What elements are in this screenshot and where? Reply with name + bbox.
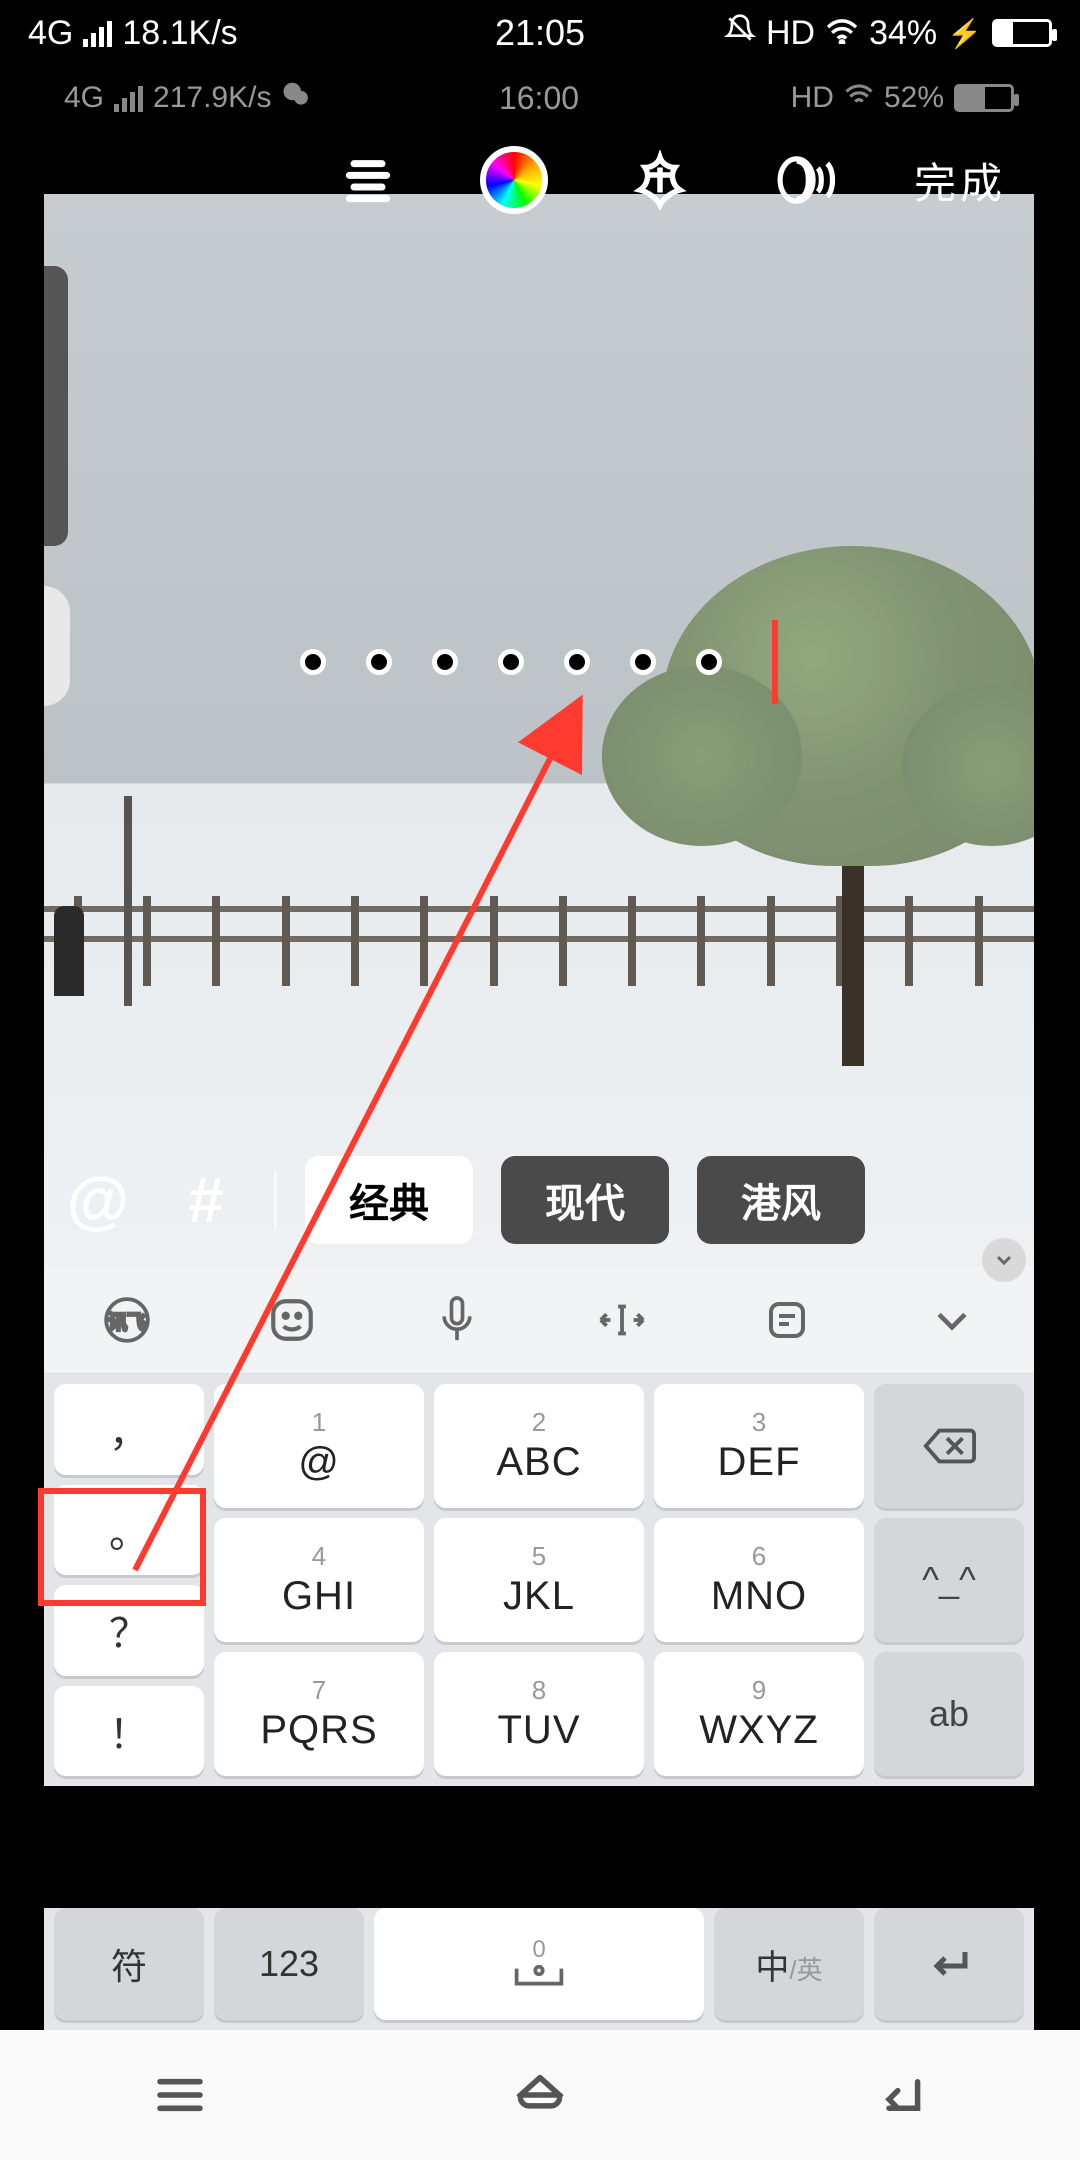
keyboard-toolbar: 讯飞 xyxy=(44,1266,1034,1374)
cursor-move-button[interactable] xyxy=(595,1293,649,1347)
key-space[interactable]: 0 xyxy=(374,1908,704,2020)
key-4[interactable]: 4GHI xyxy=(214,1518,424,1642)
photo-canvas[interactable] xyxy=(44,194,1034,1266)
mic-button[interactable] xyxy=(430,1293,484,1347)
battery-icon xyxy=(992,19,1052,47)
text-char xyxy=(300,649,326,675)
key-1[interactable]: 1@ xyxy=(214,1384,424,1508)
style-tab-classic[interactable]: 经典 xyxy=(305,1156,473,1244)
outer-status-bar: 4G 18.1K/s 21:05 HD 34% ⚡ xyxy=(0,0,1080,66)
key-6[interactable]: 6MNO xyxy=(654,1518,864,1642)
key-symbol[interactable]: 符 xyxy=(54,1908,204,2020)
key-2[interactable]: 2ABC xyxy=(434,1384,644,1508)
key-9[interactable]: 9WXYZ xyxy=(654,1652,864,1776)
key-question[interactable]: ？ xyxy=(54,1585,204,1676)
color-wheel-icon xyxy=(480,146,548,214)
tree-graphic xyxy=(842,686,864,1066)
punct-column: ， 。 ？ ！ xyxy=(54,1384,204,1776)
key-backspace[interactable] xyxy=(874,1384,1024,1508)
key-emoji[interactable]: ^_^ xyxy=(874,1518,1024,1642)
text-char xyxy=(696,649,722,675)
text-input-line[interactable] xyxy=(300,620,778,704)
svg-text:讯飞: 讯飞 xyxy=(108,1311,146,1332)
color-button[interactable] xyxy=(476,142,552,218)
person-graphic xyxy=(54,906,84,996)
inner-status-bar: 4G 217.9K/s 16:00 HD 52% xyxy=(44,66,1034,130)
pole-graphic xyxy=(124,796,132,1006)
fence-graphic xyxy=(44,896,1034,986)
key-comma[interactable]: ， xyxy=(54,1384,204,1475)
style-bar: @ # 经典 现代 港风 xyxy=(44,1134,1034,1266)
battery-icon xyxy=(954,84,1014,112)
side-handle[interactable] xyxy=(44,586,70,706)
voice-button[interactable] xyxy=(768,142,844,218)
screenshot-area: 4G 217.9K/s 16:00 HD 52% xyxy=(44,66,1034,1786)
outer-clock: 21:05 xyxy=(0,12,1080,54)
text-char xyxy=(366,649,392,675)
done-button[interactable]: 完成 xyxy=(914,150,1006,211)
key-8[interactable]: 8TUV xyxy=(434,1652,644,1776)
key-5[interactable]: 5JKL xyxy=(434,1518,644,1642)
style-tab-modern[interactable]: 现代 xyxy=(501,1156,669,1244)
nav-back-button[interactable] xyxy=(860,2070,940,2120)
font-button[interactable] xyxy=(622,142,698,218)
text-cursor xyxy=(772,620,778,704)
text-char xyxy=(564,649,590,675)
key-ab[interactable]: ab xyxy=(874,1652,1024,1776)
sticker-button[interactable] xyxy=(265,1293,319,1347)
key-123[interactable]: 123 xyxy=(214,1908,364,2020)
editor-toolbar: 完成 xyxy=(44,130,1034,230)
nav-home-button[interactable] xyxy=(500,2070,580,2120)
key-3[interactable]: 3DEF xyxy=(654,1384,864,1508)
nav-recent-button[interactable] xyxy=(140,2070,220,2120)
keyboard: ， 。 ？ ！ 1@ 2ABC 3DEF 4GHI 5JKL 6MNO 7PQR… xyxy=(44,1374,1034,1786)
left-edge-tab xyxy=(44,266,68,546)
at-button[interactable]: @ xyxy=(58,1163,138,1237)
key-exclaim[interactable]: ！ xyxy=(54,1686,204,1777)
text-char xyxy=(630,649,656,675)
key-period[interactable]: 。 xyxy=(54,1485,204,1576)
scroll-down-button[interactable] xyxy=(982,1238,1026,1282)
text-char xyxy=(498,649,524,675)
side-column: ^_^ ab xyxy=(874,1384,1024,1776)
key-7[interactable]: 7PQRS xyxy=(214,1652,424,1776)
keyboard-collapse-button[interactable] xyxy=(925,1293,979,1347)
key-enter[interactable] xyxy=(874,1908,1024,2020)
ime-logo-button[interactable]: 讯飞 xyxy=(100,1293,154,1347)
key-language[interactable]: 中/英 xyxy=(714,1908,864,2020)
clipboard-button[interactable] xyxy=(760,1293,814,1347)
inner-clock: 16:00 xyxy=(44,80,1034,117)
divider xyxy=(274,1170,277,1230)
space-icon xyxy=(511,1964,567,1992)
text-char xyxy=(432,649,458,675)
system-nav-bar xyxy=(0,2030,1080,2160)
style-tab-hk[interactable]: 港风 xyxy=(697,1156,865,1244)
align-button[interactable] xyxy=(330,142,406,218)
hash-button[interactable]: # xyxy=(166,1163,246,1237)
